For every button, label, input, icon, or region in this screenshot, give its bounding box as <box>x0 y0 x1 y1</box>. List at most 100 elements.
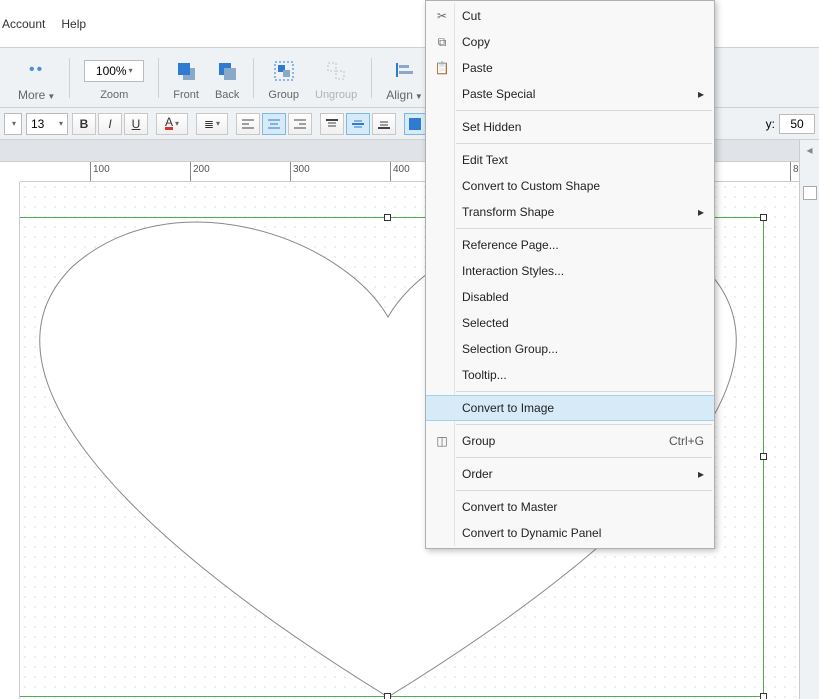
ctx-paste[interactable]: 📋Paste <box>426 55 714 81</box>
menu-account[interactable]: Account <box>0 13 47 35</box>
fontsize-select[interactable]: 13▾ <box>26 113 68 135</box>
tool-ungroup[interactable]: Ungroup <box>315 55 357 101</box>
ctx-convert-dynamic[interactable]: Convert to Dynamic Panel <box>426 520 714 546</box>
fontsize-value: 13 <box>31 117 44 131</box>
ctx-transform-label: Transform Shape <box>462 205 554 219</box>
y-input[interactable] <box>779 114 815 134</box>
ctx-group-shortcut: Ctrl+G <box>669 434 704 448</box>
ctx-transform[interactable]: Transform Shape ▸ <box>426 199 714 225</box>
ctx-group[interactable]: ◫GroupCtrl+G <box>426 428 714 454</box>
ctx-cut[interactable]: ✂ Cut <box>426 3 714 29</box>
zoom-input[interactable]: 100%▾ <box>84 60 144 82</box>
resize-handle-br[interactable] <box>760 693 767 699</box>
ctx-convert-custom[interactable]: Convert to Custom Shape <box>426 173 714 199</box>
ruler-tick-label: 400 <box>393 164 410 175</box>
tool-front[interactable]: Front <box>173 55 199 101</box>
align-icon <box>394 59 416 81</box>
submenu-arrow-icon: ▸ <box>698 87 704 101</box>
menu-separator <box>456 424 712 425</box>
align-right-button[interactable] <box>288 113 312 135</box>
caret-down-icon: ▾ <box>216 119 220 128</box>
submenu-arrow-icon: ▸ <box>698 205 704 219</box>
right-sidebar-strip: ◂ <box>799 140 819 699</box>
ctx-convert-master[interactable]: Convert to Master <box>426 494 714 520</box>
y-label: y: <box>766 117 775 131</box>
tool-zoom[interactable]: 100%▾ Zoom <box>84 55 144 101</box>
group-label: Group <box>268 89 299 101</box>
ruler-tick-label: 300 <box>293 164 310 175</box>
fill-color-button[interactable] <box>404 113 426 135</box>
zoom-label: Zoom <box>100 89 128 101</box>
ctx-tooltip[interactable]: Tooltip... <box>426 362 714 388</box>
valign-top-button[interactable] <box>320 113 344 135</box>
menu-separator <box>456 110 712 111</box>
ctx-convert-image[interactable]: Convert to Image <box>426 395 714 421</box>
context-menu: ✂ Cut ⧉Copy 📋Paste Paste Special▸ Set Hid… <box>425 0 715 549</box>
resize-handle-bm[interactable] <box>384 693 391 699</box>
list-group: ≣▾ <box>196 113 230 135</box>
dots-icon: •• <box>29 61 44 79</box>
tool-group-btn[interactable]: Group <box>268 55 299 101</box>
ctx-convert-image-label: Convert to Image <box>462 401 554 415</box>
ctx-paste-special[interactable]: Paste Special▸ <box>426 81 714 107</box>
caret-down-icon: ▾ <box>175 119 179 128</box>
ctx-int-styles-label: Interaction Styles... <box>462 264 564 278</box>
coord-y: y: <box>766 114 815 134</box>
ctx-convert-dyn-label: Convert to Dynamic Panel <box>462 526 601 540</box>
valign-group <box>320 113 398 135</box>
ctx-disabled[interactable]: Disabled <box>426 284 714 310</box>
scissors-icon: ✂ <box>434 9 450 23</box>
back-label: Back <box>215 89 239 101</box>
valign-middle-button[interactable] <box>346 113 370 135</box>
resize-handle-mr[interactable] <box>760 453 767 460</box>
ctx-set-hidden-label: Set Hidden <box>462 120 521 134</box>
ctx-edit-text[interactable]: Edit Text <box>426 147 714 173</box>
separator <box>69 58 70 98</box>
ctx-sel-group-label: Selection Group... <box>462 342 558 356</box>
ungroup-label: Ungroup <box>315 89 357 101</box>
menu-separator <box>456 143 712 144</box>
ctx-disabled-label: Disabled <box>462 290 509 304</box>
valign-bottom-button[interactable] <box>372 113 396 135</box>
ctx-order[interactable]: Order▸ <box>426 461 714 487</box>
bold-button[interactable]: B <box>72 113 96 135</box>
menu-separator <box>456 228 712 229</box>
align-center-button[interactable] <box>262 113 286 135</box>
font-color-button[interactable]: A▾ <box>156 113 188 135</box>
underline-button[interactable]: U <box>124 113 148 135</box>
text-style-group: B I U <box>72 113 150 135</box>
caret-down-icon: ▾ <box>129 66 133 75</box>
front-label: Front <box>173 89 199 101</box>
ctx-interaction-styles[interactable]: Interaction Styles... <box>426 258 714 284</box>
resize-handle-tm[interactable] <box>384 214 391 221</box>
ctx-selection-group[interactable]: Selection Group... <box>426 336 714 362</box>
tool-align[interactable]: Align▼ <box>386 54 423 102</box>
ruler-vertical <box>0 182 20 699</box>
separator <box>253 58 254 98</box>
tool-back[interactable]: Back <box>215 55 239 101</box>
caret-down-icon: ▼ <box>415 92 423 101</box>
menu-help[interactable]: Help <box>59 13 88 35</box>
origin-marker[interactable] <box>803 186 817 200</box>
ctx-tooltip-label: Tooltip... <box>462 368 507 382</box>
ctx-convert-custom-label: Convert to Custom Shape <box>462 179 600 193</box>
italic-button[interactable]: I <box>98 113 122 135</box>
valign-bot-icon <box>377 118 391 130</box>
ctx-paste-label: Paste <box>462 61 493 75</box>
caret-down-icon: ▾ <box>12 119 16 128</box>
valign-mid-icon <box>351 118 365 130</box>
resize-handle-tr[interactable] <box>760 214 767 221</box>
bullets-button[interactable]: ≣▾ <box>196 113 228 135</box>
align-left-button[interactable] <box>236 113 260 135</box>
separator <box>158 58 159 98</box>
ctx-copy[interactable]: ⧉Copy <box>426 29 714 55</box>
ctx-selected[interactable]: Selected <box>426 310 714 336</box>
ctx-set-hidden[interactable]: Set Hidden <box>426 114 714 140</box>
tool-more[interactable]: •• More▼ <box>18 54 55 102</box>
font-dropdown-partial[interactable]: ▾ <box>4 113 22 135</box>
ctx-cut-label: Cut <box>462 9 481 23</box>
ctx-convert-master-label: Convert to Master <box>462 500 557 514</box>
collapse-arrow-icon[interactable]: ◂ <box>800 140 819 160</box>
menu-separator <box>456 391 712 392</box>
ctx-reference-page[interactable]: Reference Page... <box>426 232 714 258</box>
